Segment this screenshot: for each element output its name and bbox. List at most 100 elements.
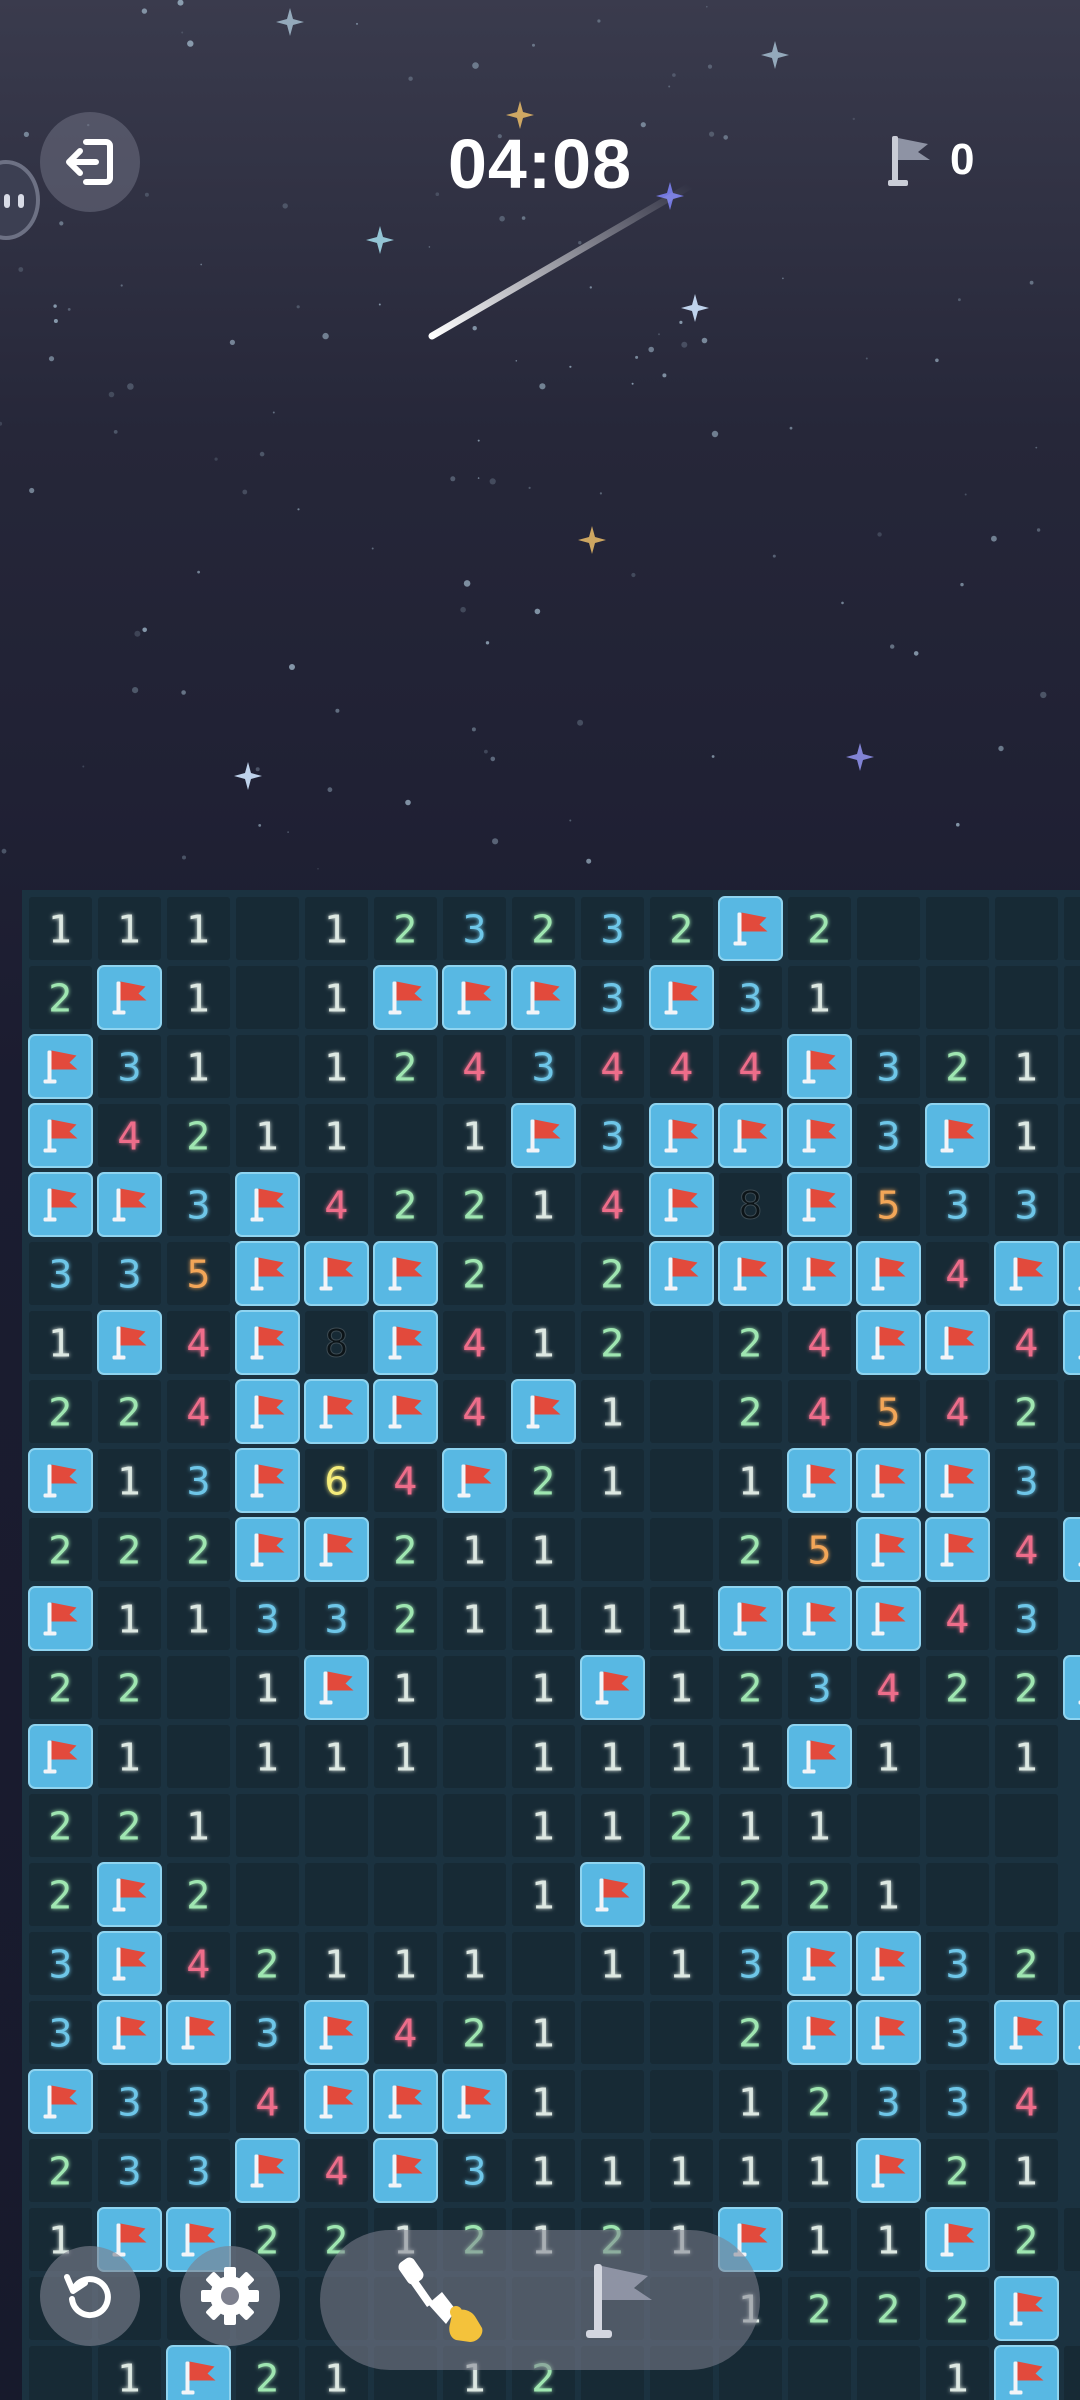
number-cell[interactable]: 1 [512, 1863, 575, 1926]
flagged-cell[interactable] [373, 965, 438, 1030]
number-cell[interactable]: 1 [236, 1656, 299, 1719]
flagged-cell[interactable] [718, 896, 783, 961]
flagged-cell[interactable] [373, 2069, 438, 2134]
empty-cell[interactable] [443, 1656, 506, 1719]
number-cell[interactable]: 1 [995, 1725, 1058, 1788]
number-cell[interactable]: 1 [512, 1725, 575, 1788]
empty-cell[interactable] [581, 2001, 644, 2064]
number-cell[interactable]: 3 [98, 1242, 161, 1305]
number-cell[interactable]: 1 [305, 1035, 368, 1098]
number-cell[interactable]: 3 [995, 1587, 1058, 1650]
number-cell[interactable]: 4 [236, 2070, 299, 2133]
number-cell[interactable]: 2 [443, 1242, 506, 1305]
empty-cell[interactable] [581, 1518, 644, 1581]
number-cell[interactable]: 3 [98, 2139, 161, 2202]
flagged-cell[interactable] [1063, 1517, 1080, 1582]
flagged-cell[interactable] [442, 1448, 507, 1513]
empty-cell[interactable] [926, 966, 989, 1029]
number-cell[interactable]: 2 [98, 1794, 161, 1857]
flagged-cell[interactable] [97, 1931, 162, 1996]
empty-cell[interactable] [167, 1656, 230, 1719]
flagged-cell[interactable] [511, 1103, 576, 1168]
number-cell[interactable]: 1 [788, 2139, 851, 2202]
empty-cell[interactable] [581, 2070, 644, 2133]
number-cell[interactable]: 1 [650, 1587, 713, 1650]
number-cell[interactable]: 3 [443, 2139, 506, 2202]
number-cell[interactable]: 4 [305, 1173, 368, 1236]
empty-cell[interactable] [374, 1863, 437, 1926]
empty-cell[interactable] [305, 1863, 368, 1926]
flagged-cell[interactable] [1063, 1655, 1080, 1720]
number-cell[interactable]: 2 [512, 1449, 575, 1512]
number-cell[interactable]: 4 [788, 1380, 851, 1443]
empty-cell[interactable] [926, 897, 989, 960]
number-cell[interactable]: 2 [788, 2277, 851, 2340]
empty-cell[interactable] [512, 1242, 575, 1305]
number-cell[interactable]: 3 [926, 2001, 989, 2064]
flagged-cell[interactable] [787, 1448, 852, 1513]
flagged-cell[interactable] [787, 2000, 852, 2065]
flagged-cell[interactable] [97, 2000, 162, 2065]
number-cell[interactable]: 1 [857, 1863, 920, 1926]
flagged-cell[interactable] [718, 1103, 783, 1168]
number-cell[interactable]: 1 [788, 1794, 851, 1857]
number-cell[interactable]: 2 [443, 2001, 506, 2064]
number-cell[interactable]: 3 [995, 1449, 1058, 1512]
flagged-cell[interactable] [28, 1172, 93, 1237]
number-cell[interactable]: 1 [1064, 1380, 1080, 1443]
flagged-cell[interactable] [28, 1724, 93, 1789]
flagged-cell[interactable] [787, 1586, 852, 1651]
empty-cell[interactable] [1064, 897, 1080, 960]
number-cell[interactable]: 1 [581, 2139, 644, 2202]
number-cell[interactable]: 2 [29, 966, 92, 1029]
number-cell[interactable]: 1 [1064, 1035, 1080, 1098]
number-cell[interactable]: 1 [995, 2139, 1058, 2202]
flagged-cell[interactable] [925, 2207, 990, 2272]
flag-tool-button[interactable] [570, 2248, 674, 2352]
number-cell[interactable]: 2 [236, 1932, 299, 1995]
empty-cell[interactable] [788, 2346, 851, 2400]
empty-cell[interactable] [650, 1380, 713, 1443]
empty-cell[interactable] [1064, 966, 1080, 1029]
number-cell[interactable]: 2 [29, 1794, 92, 1857]
number-cell[interactable]: 1 [374, 1932, 437, 1995]
empty-cell[interactable] [995, 897, 1058, 960]
flagged-cell[interactable] [166, 2000, 231, 2065]
number-cell[interactable]: 3 [98, 2070, 161, 2133]
number-cell[interactable]: 3 [719, 966, 782, 1029]
number-cell[interactable]: 3 [857, 1035, 920, 1098]
flagged-cell[interactable] [304, 1379, 369, 1444]
number-cell[interactable]: 3 [29, 1932, 92, 1995]
number-cell[interactable]: 1 [236, 1104, 299, 1167]
number-cell[interactable]: 2 [719, 1380, 782, 1443]
empty-cell[interactable] [995, 1794, 1058, 1857]
number-cell[interactable]: 2 [98, 1656, 161, 1719]
flagged-cell[interactable] [97, 1862, 162, 1927]
flagged-cell[interactable] [1063, 1310, 1080, 1375]
empty-cell[interactable] [650, 1449, 713, 1512]
flagged-cell[interactable] [994, 2276, 1059, 2341]
number-cell[interactable]: 1 [443, 1932, 506, 1995]
number-cell[interactable]: 1 [719, 1449, 782, 1512]
exit-button[interactable] [40, 112, 140, 212]
number-cell[interactable]: 2 [995, 2208, 1058, 2271]
number-cell[interactable]: 4 [443, 1311, 506, 1374]
number-cell[interactable]: 1 [98, 897, 161, 960]
empty-cell[interactable] [650, 1311, 713, 1374]
number-cell[interactable]: 2 [29, 2139, 92, 2202]
number-cell[interactable]: 4 [167, 1380, 230, 1443]
number-cell[interactable]: 2 [995, 1656, 1058, 1719]
number-cell[interactable]: 4 [857, 1656, 920, 1719]
number-cell[interactable]: 4 [443, 1380, 506, 1443]
empty-cell[interactable] [236, 1863, 299, 1926]
number-cell[interactable]: 3 [236, 2001, 299, 2064]
number-cell[interactable]: 3 [305, 1587, 368, 1650]
flagged-cell[interactable] [994, 2000, 1059, 2065]
number-cell[interactable]: 3 [857, 1104, 920, 1167]
empty-cell[interactable] [995, 966, 1058, 1029]
flagged-cell[interactable] [304, 1655, 369, 1720]
number-cell[interactable]: 1 [581, 1587, 644, 1650]
number-cell[interactable]: 1 [1064, 1932, 1080, 1995]
number-cell[interactable]: 4 [305, 2139, 368, 2202]
number-cell[interactable]: 2 [29, 1380, 92, 1443]
